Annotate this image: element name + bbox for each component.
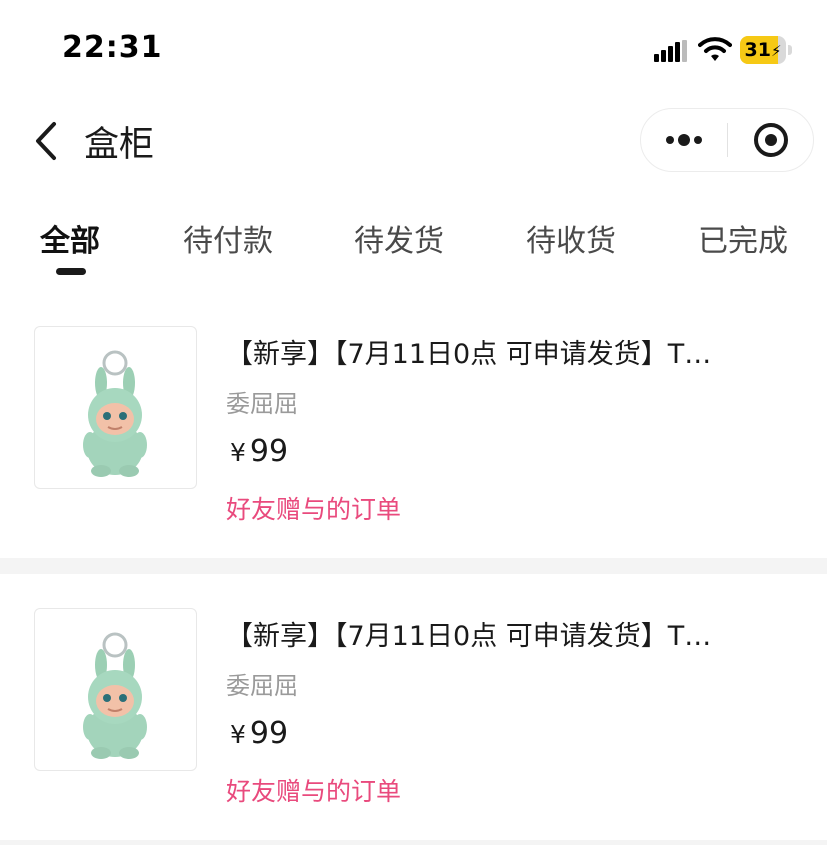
section-divider	[0, 558, 827, 574]
battery-icon: 31⚡	[740, 36, 794, 64]
active-tab-indicator	[56, 268, 86, 275]
price-value: 99	[249, 716, 289, 751]
mini-program-capsule	[640, 108, 814, 172]
gift-order-tag: 好友赠与的订单	[226, 495, 402, 524]
close-mini-program-button[interactable]	[728, 109, 814, 171]
status-bar: 22:31 31⚡	[0, 0, 827, 100]
tab-completed[interactable]: 已完成	[698, 216, 788, 260]
order-card[interactable]: 【新享】【7月11日0点 可申请发货】T… 委屈屈 ¥99 好友赠与的订单	[0, 582, 827, 848]
tab-all[interactable]: 全部	[40, 216, 100, 260]
order-tabs: 全部 待付款 待发货 待收货 已完成	[0, 216, 827, 286]
section-divider	[0, 840, 827, 845]
product-image[interactable]	[34, 326, 197, 489]
product-price: ¥99	[230, 434, 288, 469]
battery-percent: 31	[744, 39, 771, 61]
gift-order-tag: 好友赠与的订单	[226, 777, 402, 806]
product-variant: 委屈屈	[226, 390, 298, 418]
product-variant: 委屈屈	[226, 672, 298, 700]
product-image[interactable]	[34, 608, 197, 771]
order-card[interactable]: 【新享】【7月11日0点 可申请发货】T… 委屈屈 ¥99 好友赠与的订单	[0, 300, 827, 566]
status-time: 22:31	[62, 30, 163, 65]
currency-symbol: ¥	[230, 438, 246, 467]
price-value: 99	[249, 434, 289, 469]
currency-symbol: ¥	[230, 720, 246, 749]
wifi-icon	[698, 36, 732, 62]
tab-pending-shipment[interactable]: 待发货	[354, 216, 444, 260]
chevron-left-icon	[36, 122, 56, 160]
more-dots-icon	[666, 134, 702, 146]
product-title[interactable]: 【新享】【7月11日0点 可申请发货】T…	[226, 614, 786, 653]
tab-pending-receipt[interactable]: 待收货	[526, 216, 616, 260]
tab-pending-payment[interactable]: 待付款	[183, 216, 273, 260]
more-button[interactable]	[641, 109, 727, 171]
page-title: 盒柜	[84, 125, 155, 165]
target-circle-icon	[754, 123, 788, 157]
product-price: ¥99	[230, 716, 288, 751]
product-title[interactable]: 【新享】【7月11日0点 可申请发货】T…	[226, 332, 786, 371]
nav-bar: 盒柜	[0, 100, 827, 184]
cellular-signal-icon	[654, 40, 688, 62]
back-button[interactable]	[28, 118, 68, 164]
